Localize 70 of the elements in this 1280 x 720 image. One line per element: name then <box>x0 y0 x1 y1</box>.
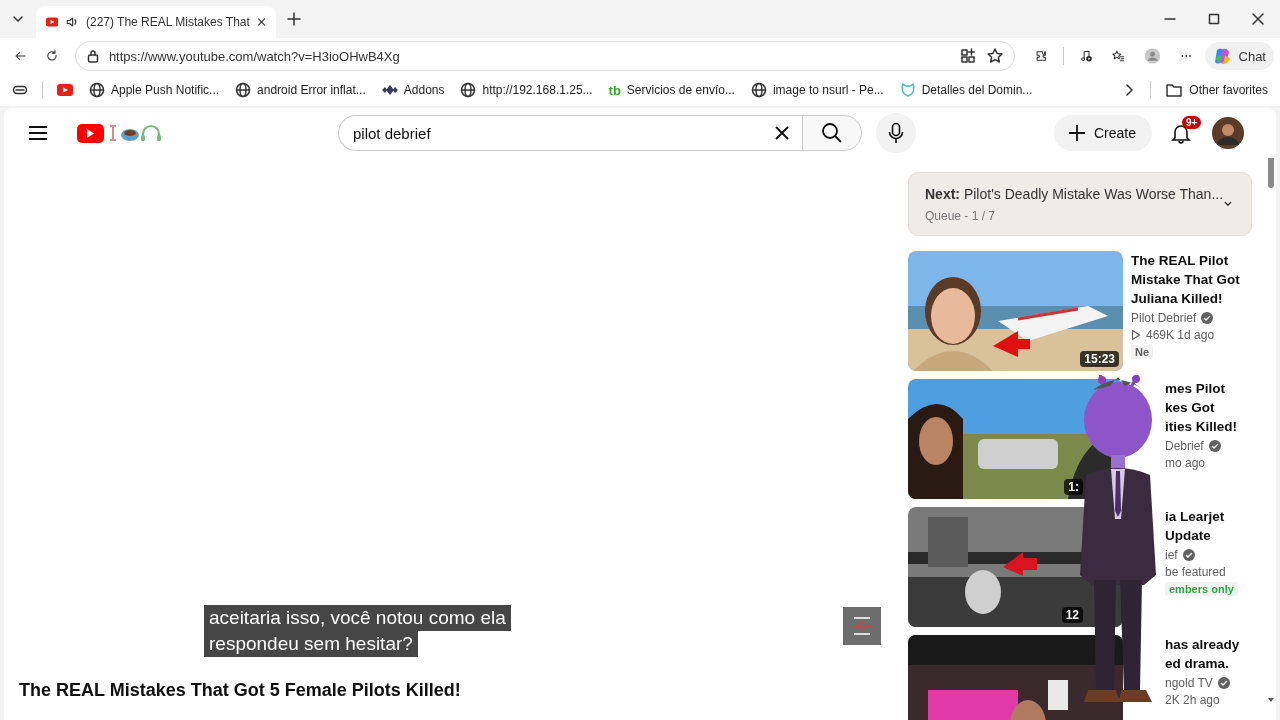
bookmark-item[interactable]: http://192.168.1.25... <box>454 79 599 101</box>
queue-panel[interactable]: Next: Pilot's Deadly Mistake Was Worse Than... Queue - 1 / 7 <box>908 172 1252 236</box>
copilot-icon <box>1212 46 1233 66</box>
duration-label: 1: <box>1064 479 1083 495</box>
bookmark-item[interactable]: android Error inflat... <box>229 79 372 101</box>
video-title[interactable]: ia Learjet <box>1165 507 1256 526</box>
star-icon[interactable] <box>985 47 1004 65</box>
bookmark-item[interactable]: Addons <box>375 80 451 100</box>
search-icon <box>821 122 843 144</box>
globe-icon <box>460 82 477 98</box>
queue-next-title: Next: Pilot's Deadly Mistake Was Worse Than... <box>925 185 1224 202</box>
video-meta: 2K 2h ago <box>1165 693 1221 707</box>
diamond-icon <box>381 83 398 97</box>
globe-icon <box>750 82 767 98</box>
folder-icon <box>1165 82 1184 98</box>
avatar-icon[interactable] <box>1212 117 1244 149</box>
youtube-icon <box>46 16 59 28</box>
microphone-icon <box>887 122 905 144</box>
video-title[interactable]: mes Pilot <box>1165 379 1256 398</box>
scrollbar[interactable] <box>1266 158 1276 704</box>
members-only-badge: embers only <box>1165 582 1238 596</box>
bookmark-item[interactable]: tb Servicios de envío... <box>602 79 741 101</box>
duration-label: 15:23 <box>1080 351 1119 367</box>
globe-icon <box>89 82 105 98</box>
video-meta: be featured <box>1165 565 1227 579</box>
video-title[interactable]: ed drama. <box>1165 654 1256 673</box>
close-icon[interactable] <box>256 16 266 28</box>
app-add-icon[interactable] <box>958 47 977 65</box>
caption-text: aceitaria isso, você notou como ela <box>204 605 511 631</box>
channel-name[interactable]: ngold TV <box>1165 676 1213 690</box>
clear-icon[interactable] <box>774 125 790 141</box>
notification-badge: 9+ <box>1182 116 1202 129</box>
channel-name[interactable]: Debrief <box>1165 439 1204 453</box>
tab-title: (227) The REAL Mistakes That <box>85 15 250 29</box>
caption-text: respondeu sem hesitar? <box>204 631 418 657</box>
view-stats: 469K 1d ago <box>1146 328 1215 342</box>
menu-icon[interactable] <box>28 125 48 141</box>
other-favorites[interactable]: Other favorites <box>1159 79 1274 101</box>
play-icon <box>1131 329 1141 341</box>
voice-search-button[interactable] <box>876 113 916 153</box>
video-title: The REAL Mistakes That Got 5 Female Pilots Killed! <box>19 680 462 701</box>
video-title[interactable]: The REAL Pilot <box>1131 251 1256 270</box>
logo-drawing[interactable] <box>76 122 162 144</box>
video-title[interactable]: has already <box>1165 635 1256 654</box>
browser-tab[interactable]: (227) The REAL Mistakes That <box>36 6 276 38</box>
video-title[interactable]: kes Got <box>1165 398 1256 417</box>
queue-position: Queue - 1 / 7 <box>925 208 997 223</box>
channel-watermark-icon <box>843 607 881 645</box>
duration-label: 12 <box>1061 607 1083 623</box>
new-badge: Ne <box>1131 345 1154 359</box>
bookmark-item[interactable]: Apple Push Notific... <box>83 79 226 101</box>
bookmark-item[interactable]: Detalles del Domin... <box>893 79 1039 101</box>
video-meta: mo ago <box>1165 456 1207 470</box>
video-title[interactable]: Juliana Killed! <box>1131 289 1256 308</box>
plus-icon <box>1067 124 1086 142</box>
video-title[interactable]: Update <box>1165 526 1256 545</box>
bookmark-item[interactable]: image to nsurl - Pe... <box>744 79 890 101</box>
url-text: https://www.youtube.com/watch?v=H3ioOHwB4Xg <box>108 48 400 64</box>
site-info-icon <box>85 49 100 63</box>
create-button[interactable]: Create <box>1053 115 1152 151</box>
chat-button[interactable]: Chat <box>1204 42 1274 70</box>
logo-icon: tb <box>608 82 621 98</box>
search-button[interactable] <box>802 115 862 151</box>
search-field[interactable]: pilot debrief <box>338 115 802 151</box>
globe-icon <box>235 82 252 98</box>
video-title[interactable]: Mistake That Got <box>1131 270 1256 289</box>
channel-name[interactable]: Pilot Debrief <box>1131 311 1197 325</box>
video-title[interactable]: ities Killed! <box>1165 417 1256 436</box>
channel-name[interactable]: ief <box>1165 548 1178 562</box>
youtube-icon <box>57 84 73 96</box>
